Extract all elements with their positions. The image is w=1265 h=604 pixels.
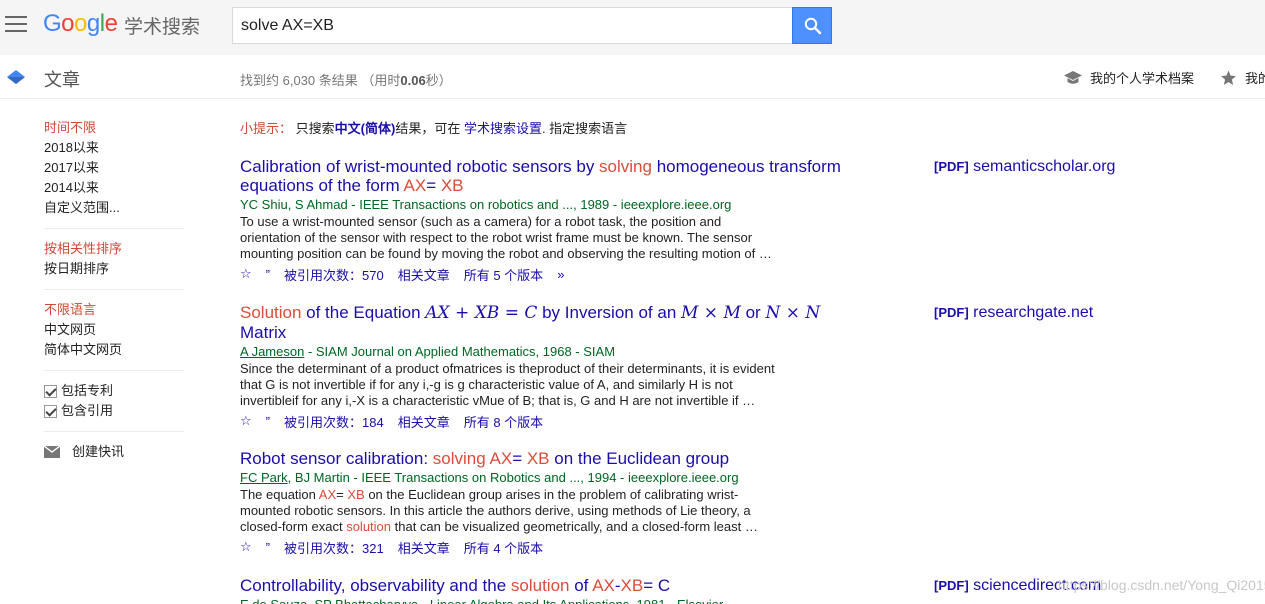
my-library-link[interactable]: 我的: [1220, 68, 1265, 87]
author-link[interactable]: A Jameson: [240, 344, 304, 359]
search-result: Calibration of wrist-mounted robotic sen…: [240, 157, 860, 284]
language-tip: 小提示： 只搜索中文(简体)结果，可在 学术搜索设置. 指定搜索语言: [240, 121, 628, 136]
cite-quote-icon[interactable]: ”: [266, 540, 270, 555]
logo-scholar-label: 学术搜索: [124, 17, 201, 38]
more-chevron-icon[interactable]: »: [557, 267, 564, 282]
filter-since-2014[interactable]: 2014以来: [44, 178, 184, 198]
star-icon: [1221, 70, 1236, 85]
related-articles-link[interactable]: 相关文章: [398, 412, 450, 431]
pdf-link[interactable]: [PDF] researchgate.net: [934, 304, 1093, 322]
result-actions: ☆ ” 被引用次数：570 相关文章 所有 5 个版本 »: [240, 264, 860, 284]
result-meta: A Jameson - SIAM Journal on Applied Math…: [240, 344, 616, 359]
related-articles-link[interactable]: 相关文章: [398, 538, 450, 557]
lang-any[interactable]: 不限语言: [44, 300, 184, 320]
scholar-cap-icon: [7, 70, 25, 84]
sidebar-divider: [44, 228, 184, 229]
result-title-link[interactable]: Robot sensor calibration: solving AX= XB…: [240, 449, 860, 468]
result-title-link[interactable]: Controllability, observability and the s…: [240, 576, 860, 595]
save-star-icon[interactable]: ☆: [240, 413, 252, 429]
result-meta: E de Souza, SP Bhattacharyya - Linear Al…: [240, 596, 860, 604]
result-actions: ☆ ” 被引用次数：184 相关文章 所有 8 个版本: [240, 411, 860, 431]
search-result: Controllability, observability and the s…: [240, 576, 860, 604]
cited-by-link[interactable]: 被引用次数：321: [284, 538, 384, 557]
save-star-icon[interactable]: ☆: [240, 266, 252, 282]
result-snippet: The equation AX= XB on the Euclidean gro…: [240, 487, 758, 534]
cited-by-link[interactable]: 被引用次数：184: [284, 412, 384, 431]
sort-by-relevance[interactable]: 按相关性排序: [44, 239, 184, 259]
result-title-link[interactable]: Calibration of wrist-mounted robotic sen…: [240, 157, 860, 195]
checkbox-checked-icon: [44, 404, 57, 418]
lang-chinese[interactable]: 中文网页: [44, 320, 184, 340]
envelope-icon: [44, 446, 60, 458]
cited-by-link[interactable]: 被引用次数：570: [284, 265, 384, 284]
all-versions-link[interactable]: 所有 8 个版本: [464, 412, 543, 431]
search-icon: [804, 17, 822, 35]
cite-quote-icon[interactable]: ”: [266, 267, 270, 282]
author-link[interactable]: FC Park: [240, 470, 288, 485]
all-versions-link[interactable]: 所有 5 个版本: [464, 265, 543, 284]
result-meta: YC Shiu, S Ahmad - IEEE Transactions on …: [240, 197, 732, 212]
menu-icon[interactable]: [5, 16, 27, 32]
include-patents-checkbox[interactable]: 包括专利: [44, 381, 184, 401]
sidebar-divider: [44, 370, 184, 371]
google-logo[interactable]: Google: [43, 10, 118, 38]
sort-by-date[interactable]: 按日期排序: [44, 259, 184, 279]
save-star-icon[interactable]: ☆: [240, 539, 252, 555]
filter-since-2018[interactable]: 2018以来: [44, 138, 184, 158]
sidebar-divider: [44, 289, 184, 290]
search-button[interactable]: [792, 7, 832, 44]
result-meta: FC Park, BJ Martin - IEEE Transactions o…: [240, 470, 739, 485]
lang-simplified-chinese[interactable]: 简体中文网页: [44, 340, 184, 360]
filter-since-2017[interactable]: 2017以来: [44, 158, 184, 178]
section-title: 文章: [44, 70, 80, 90]
scholar-settings-link[interactable]: 学术搜索设置: [464, 121, 542, 136]
result-count: 找到约 6,030 条结果 （用时0.06秒）: [240, 73, 452, 88]
create-alert-link[interactable]: 创建快讯: [44, 442, 184, 462]
sidebar-divider: [44, 431, 184, 432]
related-articles-link[interactable]: 相关文章: [398, 265, 450, 284]
result-snippet: Since the determinant of a product ofmat…: [240, 361, 775, 408]
cite-quote-icon[interactable]: ”: [266, 414, 270, 429]
search-result: Solution of the Equation AX + XB = C by …: [240, 303, 860, 431]
my-profile-link[interactable]: 我的个人学术档案: [1063, 68, 1194, 87]
search-result: Robot sensor calibration: solving AX= XB…: [240, 449, 860, 557]
filter-sidebar: 时间不限 2018以来 2017以来 2014以来 自定义范围... 按相关性排…: [44, 118, 184, 462]
watermark: https://blog.csdn.net/Yong_Qi2015: [1058, 577, 1265, 593]
top-header: Google 学术搜索: [0, 0, 1265, 55]
pdf-link[interactable]: [PDF] semanticscholar.org: [934, 158, 1115, 176]
all-versions-link[interactable]: 所有 4 个版本: [464, 538, 543, 557]
search-input[interactable]: [232, 7, 793, 44]
filter-custom-range[interactable]: 自定义范围...: [44, 198, 184, 218]
checkbox-checked-icon: [44, 384, 57, 398]
include-citations-checkbox[interactable]: 包含引用: [44, 401, 184, 421]
result-snippet: To use a wrist-mounted sensor (such as a…: [240, 214, 772, 261]
subheader-bar: 文章 找到约 6,030 条结果 （用时0.06秒） 我的个人学术档案 我的: [0, 55, 1265, 99]
graduation-cap-icon: [1064, 70, 1082, 84]
result-actions: ☆ ” 被引用次数：321 相关文章 所有 4 个版本: [240, 537, 860, 557]
filter-any-time[interactable]: 时间不限: [44, 118, 184, 138]
result-title-link[interactable]: Solution of the Equation AX + XB = C by …: [240, 303, 860, 342]
